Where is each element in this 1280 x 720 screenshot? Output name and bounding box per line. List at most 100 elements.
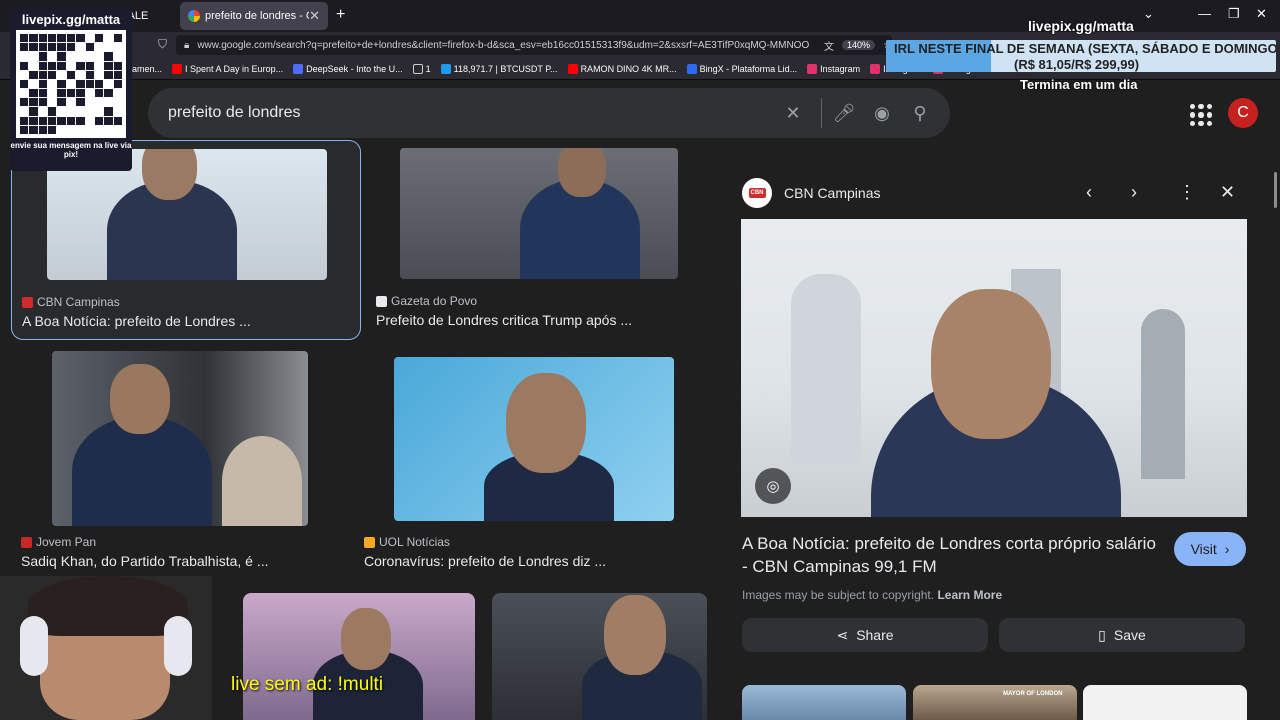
close-tab-icon[interactable]: ✕ [309, 8, 320, 24]
result-title[interactable]: Prefeito de Londres critica Trump após .… [376, 312, 632, 328]
building [1141, 309, 1185, 479]
qr-code [16, 30, 126, 138]
avatar[interactable]: C [1228, 98, 1258, 128]
panel-title[interactable]: A Boa Notícia: prefeito de Londres corta… [742, 532, 1162, 578]
bookmark-item[interactable]: I Spent A Day in Europ... [172, 63, 283, 74]
uol-favicon-icon [364, 536, 375, 548]
instagram-icon [870, 63, 881, 74]
bookmark-folder[interactable]: 1 [412, 63, 431, 74]
image-result[interactable]: Jovem Pan Sadiq Khan, do Partido Trabalh… [11, 345, 361, 580]
result-image [394, 357, 674, 521]
folder-icon [412, 63, 423, 74]
save-button[interactable]: ▯ Save [999, 618, 1245, 652]
x-icon [440, 63, 451, 74]
lens-search-icon[interactable]: ◎ [755, 468, 791, 504]
image-result[interactable]: UOL Notícias Coronavírus: prefeito de Lo… [352, 345, 710, 580]
bookmark-item[interactable]: 118,971.7 | BTCUSDT P... [440, 63, 558, 74]
person-head [558, 148, 606, 197]
youtube-icon [172, 63, 183, 74]
result-image [400, 148, 678, 279]
webcam-overlay [0, 576, 212, 720]
person-head [604, 595, 666, 675]
headphones-icon [20, 616, 48, 676]
result-title[interactable]: Sadiq Khan, do Partido Trabalhista, é ..… [21, 553, 269, 569]
copyright-note: Images may be subject to copyright. Lear… [742, 588, 1003, 602]
microphone-icon[interactable]: 🎤︎ [828, 97, 860, 129]
search-box[interactable]: prefeito de londres ✕ 🎤︎ ◉ ⚲ [148, 88, 950, 138]
image-result[interactable] [492, 593, 707, 720]
zoom-level[interactable]: 140% [842, 40, 876, 50]
bookmark-icon: ▯ [1098, 626, 1106, 643]
close-panel-icon[interactable]: ✕ [1220, 182, 1235, 203]
lock-icon: 🔒︎ [184, 39, 190, 51]
result-source: UOL Notícias [364, 535, 450, 549]
goal-title: IRL NESTE FINAL DE SEMANA (SEXTA, SÁBADO… [894, 41, 1276, 56]
restore-icon[interactable]: ❐ [1228, 6, 1240, 22]
clear-search-icon[interactable]: ✕ [777, 97, 809, 129]
result-image [52, 351, 308, 526]
stream-caption: live sem ad: !multi [231, 674, 384, 695]
chevron-down-icon[interactable]: ⌄ [1143, 6, 1154, 22]
result-source: Jovem Pan [21, 535, 96, 549]
youtube-icon [293, 63, 304, 74]
search-icon[interactable]: ⚲ [904, 97, 936, 129]
result-source: Gazeta do Povo [376, 294, 477, 308]
learn-more-link[interactable]: Learn More [937, 588, 1002, 602]
shield-icon[interactable]: ⛉ [158, 37, 167, 52]
image-preview-panel: CBN CBN Campinas ‹ › ⋮ ✕ ◎ A Boa Notícia… [728, 160, 1262, 720]
goal-amount: (R$ 81,05/R$ 299,99) [1014, 57, 1140, 72]
share-button[interactable]: ⋖ Share [742, 618, 988, 652]
instagram-icon [807, 63, 818, 74]
bookmark-item[interactable]: RAMON DINO 4K MR... [567, 63, 677, 74]
translate-icon[interactable]: 文 [824, 38, 834, 53]
related-badge: MAYOR OF LONDON [1003, 691, 1063, 697]
bookmark-item[interactable]: Instagram [807, 63, 860, 74]
jovem-pan-favicon-icon [21, 536, 32, 548]
person-head [110, 364, 170, 434]
goal-banner: IRL NESTE FINAL DE SEMANA (SEXTA, SÁBADO… [886, 40, 1276, 72]
google-favicon-icon [188, 10, 200, 22]
related-image[interactable] [742, 685, 906, 720]
close-window-icon[interactable]: ✕ [1256, 6, 1267, 22]
visit-button[interactable]: Visit › [1174, 532, 1246, 566]
person-figure [222, 436, 302, 526]
tab-google-search[interactable]: prefeito de londres - Google S ✕ [180, 2, 328, 30]
person-head [142, 149, 197, 200]
previous-icon[interactable]: ‹ [1086, 182, 1092, 203]
person-head [341, 608, 391, 670]
camera-lens-icon[interactable]: ◉ [866, 97, 898, 129]
result-title[interactable]: Coronavírus: prefeito de Londres diz ... [364, 553, 606, 569]
person-head [931, 289, 1051, 439]
result-title[interactable]: A Boa Notícia: prefeito de Londres ... [22, 313, 251, 329]
minimize-icon[interactable]: — [1198, 6, 1211, 21]
search-input[interactable]: prefeito de londres [168, 104, 777, 122]
bookmark-item[interactable]: BingX - Plataforma Lid... [686, 63, 797, 74]
building [791, 274, 861, 464]
related-image[interactable] [1083, 685, 1247, 720]
next-icon[interactable]: › [1131, 182, 1137, 203]
new-tab-icon[interactable]: + [336, 6, 345, 24]
cbn-favicon-icon [22, 296, 33, 308]
qr-title: livepix.gg/matta [21, 12, 121, 27]
headphones-icon [164, 616, 192, 676]
bookmark-item[interactable]: DeepSeek - Into the U... [293, 63, 403, 74]
scrollbar[interactable] [1274, 172, 1277, 208]
bookmark-item[interactable]: amen... [132, 64, 162, 74]
chevron-right-icon: › [1224, 541, 1230, 557]
address-bar[interactable]: 🔒︎ www.google.com/search?q=prefeito+de+l… [176, 35, 892, 55]
image-result[interactable]: Gazeta do Povo Prefeito de Londres criti… [365, 140, 710, 340]
google-apps-icon[interactable] [1190, 104, 1212, 126]
person-head [506, 373, 586, 473]
cbn-logo-icon: CBN [742, 178, 772, 208]
result-source: CBN Campinas [22, 295, 120, 309]
more-options-icon[interactable]: ⋮ [1178, 182, 1196, 203]
youtube-icon [567, 63, 578, 74]
url-text: www.google.com/search?q=prefeito+de+lond… [197, 39, 810, 51]
panel-source[interactable]: CBN Campinas [784, 185, 880, 201]
panel-header: CBN CBN Campinas [742, 178, 880, 208]
livepix-qr-overlay: livepix.gg/matta envie sua mensagem na l… [10, 8, 132, 171]
preview-image[interactable]: ◎ [741, 219, 1247, 517]
qr-caption: envie sua mensagem na live via pix! [10, 141, 132, 159]
related-image[interactable]: MAYOR OF LONDON [913, 685, 1077, 720]
image-result[interactable] [243, 593, 475, 720]
